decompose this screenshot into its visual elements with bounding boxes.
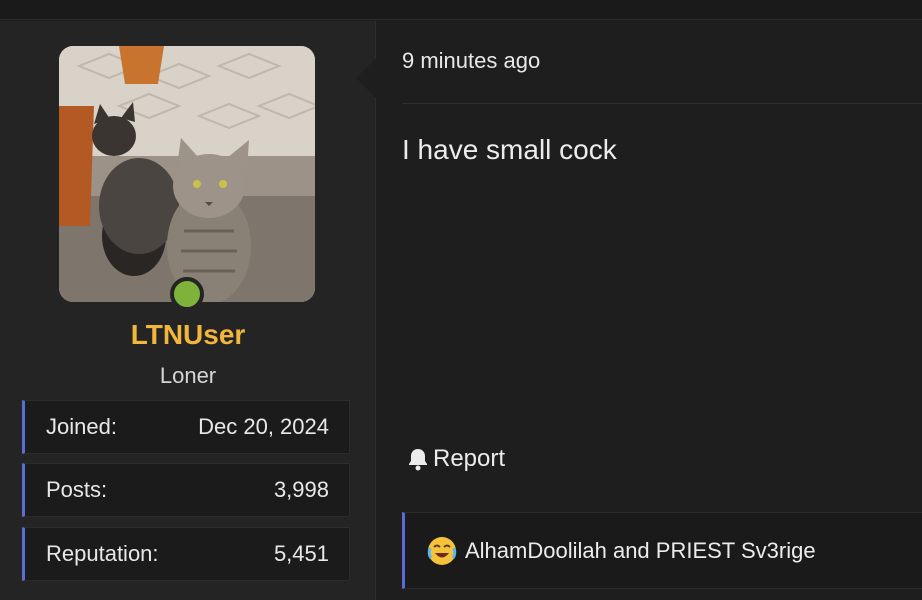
- username-link[interactable]: LTNUser: [0, 319, 376, 351]
- stat-value: Dec 20, 2024: [198, 414, 329, 439]
- stat-value[interactable]: 3,998: [274, 477, 329, 503]
- bell-icon: [409, 449, 427, 471]
- top-strip: [0, 0, 922, 20]
- user-info-panel: LTNUser Loner Joined: Dec 20, 2024 Posts…: [0, 21, 376, 600]
- stat-label: Posts:: [46, 477, 108, 502]
- stat-row-reputation: Reputation: 5,451: [22, 527, 350, 581]
- post-header-divider: [402, 103, 922, 104]
- post-arrow-pointer: [356, 58, 376, 98]
- post-timestamp[interactable]: 9 minutes ago: [402, 48, 540, 74]
- report-button[interactable]: Report: [407, 445, 505, 473]
- stat-row-posts: Posts: 3,998: [22, 463, 350, 517]
- reactions-users: AlhamDoolilah and PRIEST Sv3rige: [465, 537, 816, 563]
- stat-label: Reputation:: [46, 541, 159, 566]
- avatar[interactable]: [59, 46, 315, 302]
- stat-row-joined: Joined: Dec 20, 2024: [22, 400, 350, 454]
- stat-label: Joined:: [46, 414, 117, 439]
- report-label: Report: [433, 445, 506, 472]
- reactions-bar[interactable]: AlhamDoolilah and PRIEST Sv3rige: [402, 512, 922, 589]
- stat-value: 5,451: [273, 541, 329, 566]
- online-status-indicator: [170, 277, 204, 311]
- laughing-crying-emoji-icon: [427, 536, 457, 565]
- user-title: Loner: [159, 363, 217, 388]
- post-body-text: I have small cock: [402, 134, 617, 165]
